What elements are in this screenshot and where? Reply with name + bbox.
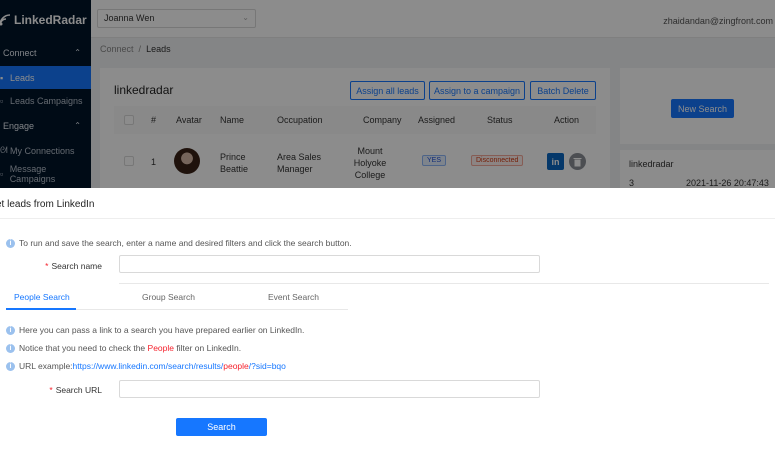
info-icon: i [6, 325, 15, 335]
example-url-pre: https://www.linkedin.com/search/results/ [72, 361, 224, 371]
active-tab-indicator [6, 308, 76, 310]
search-name-label: * Search name [20, 261, 102, 271]
hint-people-highlight: People [147, 343, 174, 353]
get-leads-modal: et leads from LinkedIn i To run and save… [0, 188, 775, 450]
info-icon: i [6, 238, 15, 248]
required-mark: * [45, 261, 49, 271]
hint-url-label: URL example: [19, 361, 73, 371]
hint-passlink: i Here you can pass a link to a search y… [6, 325, 304, 335]
info-icon: i [6, 361, 15, 371]
example-url-highlight: people [223, 361, 249, 371]
search-url-label: * Search URL [20, 385, 102, 395]
modal-title: et leads from LinkedIn [0, 199, 95, 210]
search-button[interactable]: Search [176, 418, 267, 436]
hint-people-filter-post: filter on LinkedIn. [174, 343, 242, 353]
form-divider [119, 283, 769, 284]
tab-event-search[interactable]: Event Search [268, 292, 319, 302]
hint-people-filter-pre: Notice that you need to check the [19, 343, 148, 353]
tab-people-search[interactable]: People Search [14, 292, 70, 302]
intro-hint: i To run and save the search, enter a na… [6, 238, 352, 248]
tab-group-search[interactable]: Group Search [142, 292, 195, 302]
intro-hint-text: To run and save the search, enter a name… [19, 238, 352, 248]
info-icon: i [6, 343, 15, 353]
search-name-input[interactable] [119, 255, 540, 273]
search-url-label-text: Search URL [55, 385, 102, 395]
hint-url-example: i URL example: https://www.linkedin.com/… [6, 361, 286, 371]
search-name-label-text: Search name [51, 261, 102, 271]
example-url-link[interactable]: https://www.linkedin.com/search/results/… [73, 361, 286, 371]
modal-header-divider [0, 218, 775, 219]
example-url-post: /?sid=bqo [248, 361, 286, 371]
hint-passlink-text: Here you can pass a link to a search you… [19, 325, 305, 335]
hint-people-filter: i Notice that you need to check the Peop… [6, 343, 241, 353]
required-mark: * [49, 385, 53, 395]
search-url-input[interactable] [119, 380, 540, 398]
